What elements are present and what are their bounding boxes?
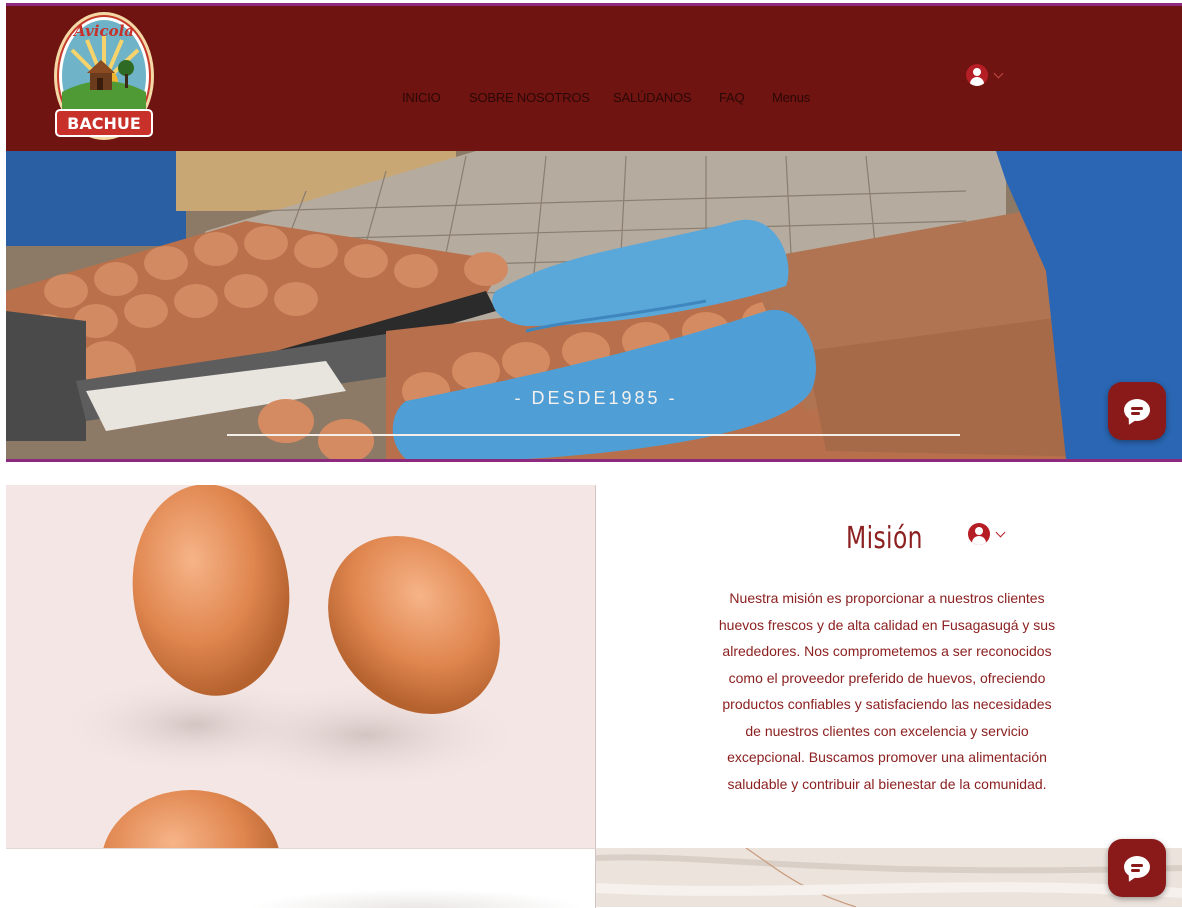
logo-name-text: BACHUE <box>67 114 141 133</box>
marble-image <box>596 848 1182 907</box>
mission-line: alrededores. Nos comprometemos a ser rec… <box>722 643 1052 659</box>
nav-item-menus[interactable]: Menus <box>772 90 810 105</box>
nav-item-inicio[interactable]: INICIO <box>402 90 441 105</box>
screenshot-top: BACHUE Avicola INICIO SOBRE NOSOTROS SAL… <box>0 0 1182 462</box>
chat-bubble-icon <box>1124 399 1150 421</box>
chevron-down-icon <box>993 68 1004 78</box>
eggs-image-panel <box>6 485 596 848</box>
nav-item-sobre-nosotros[interactable]: SOBRE NOSOTROS <box>469 90 590 105</box>
hero-banner: - DESDE1985 - <box>6 151 1182 459</box>
logo-script-text: Avicola <box>72 22 134 40</box>
chevron-down-icon <box>995 527 1006 537</box>
mission-section: Misión Nuestra misión es proporcionar a … <box>596 485 1182 848</box>
account-menu-button[interactable] <box>966 64 1004 86</box>
user-avatar-icon <box>966 64 988 86</box>
hero-underline <box>227 434 960 436</box>
mission-line: como el proveedor preferido de huevos, o… <box>728 669 1046 686</box>
main-nav: INICIO SOBRE NOSOTROS SALÚDANOS FAQ Menu… <box>6 90 1182 110</box>
divider-line <box>6 459 1182 462</box>
next-section-right <box>596 848 1182 907</box>
mission-line: Nuestra misión es proporcionar a nuestro… <box>729 590 1045 606</box>
screenshot-mission: Misión Nuestra misión es proporcionar a … <box>6 485 1182 908</box>
hero-tagline: - DESDE1985 - <box>514 388 678 408</box>
user-avatar-icon <box>968 523 990 545</box>
hero-image <box>6 151 1182 459</box>
eggs-image <box>6 485 595 848</box>
nav-item-saludanos[interactable]: SALÚDANOS <box>613 90 692 105</box>
chat-button[interactable] <box>1108 839 1166 897</box>
mission-line: saludable y contribuir al bienestar de l… <box>727 775 1047 792</box>
mission-line: de nuestros clientes con excelencia y se… <box>745 722 1029 739</box>
mission-text: Nuestra misión es proporcionar a nuestro… <box>702 585 1072 797</box>
chat-bubble-icon <box>1124 856 1150 878</box>
mission-line: productos confiables y satisfaciendo las… <box>722 696 1052 712</box>
mission-line: huevos frescos y de alta calidad en Fusa… <box>718 616 1056 633</box>
nav-item-faq[interactable]: FAQ <box>719 90 745 105</box>
mission-line: excepcional. Buscamos promover una alime… <box>727 749 1047 765</box>
account-menu-button[interactable] <box>968 523 1006 545</box>
chat-button[interactable] <box>1108 382 1166 440</box>
site-header: BACHUE Avicola INICIO SOBRE NOSOTROS SAL… <box>6 6 1182 151</box>
next-section-left <box>6 848 596 908</box>
brand-logo[interactable]: BACHUE Avicola <box>52 10 156 142</box>
mission-title: Misión <box>846 521 923 556</box>
